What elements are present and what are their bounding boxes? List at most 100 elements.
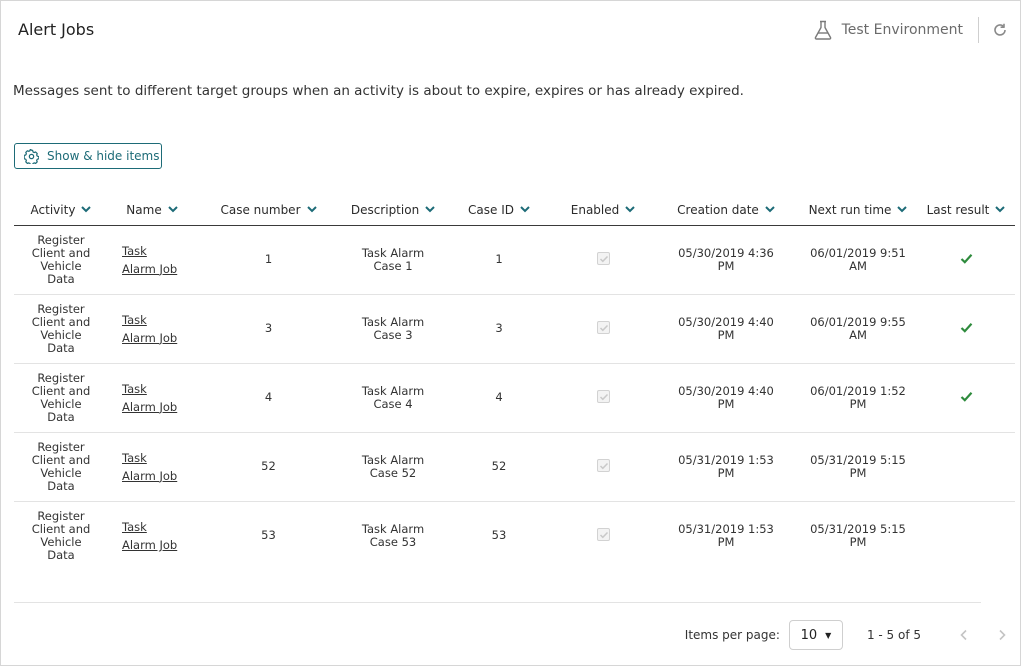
creation-date-cell: 05/30/2019 4:40 PM: [653, 363, 799, 433]
activity-text: Register Client and Vehicle Data: [31, 301, 91, 355]
case-number-text: 52: [261, 459, 276, 473]
job-name-link[interactable]: Task Alarm Job: [122, 380, 180, 416]
case-number-cell: 3: [196, 294, 341, 364]
checkmark-icon: [960, 253, 973, 267]
column-header[interactable]: Case ID: [445, 195, 553, 226]
next-run-time-text: 06/01/2019 9:55 AM: [810, 314, 906, 342]
enabled-checkbox[interactable]: [596, 251, 610, 265]
job-name-link[interactable]: Task Alarm Job: [122, 311, 180, 347]
enabled-checkbox[interactable]: [596, 320, 610, 334]
next-run-time-text: 06/01/2019 1:52 PM: [810, 383, 906, 411]
name-cell: Task Alarm Job: [108, 363, 196, 433]
column-header[interactable]: Creation date: [653, 195, 799, 226]
job-name-link[interactable]: Task Alarm Job: [122, 242, 180, 278]
case-id-text: 52: [491, 459, 507, 473]
pagination: Items per page: 10 ▼ 1 - 5 of 5: [685, 620, 1021, 650]
activity-cell: Register Client and Vehicle Data: [14, 432, 108, 502]
job-name-link[interactable]: Task Alarm Job: [122, 449, 180, 485]
column-header[interactable]: Case number: [196, 195, 341, 226]
case-number-cell: 4: [196, 363, 341, 433]
next-run-time-cell: 05/31/2019 5:15 PM: [799, 501, 917, 570]
description-text: Task Alarm Case 53: [361, 521, 425, 549]
creation-date-text: 05/30/2019 4:40 PM: [678, 383, 774, 411]
chevron-down-icon: [425, 206, 435, 213]
enabled-checkbox[interactable]: [596, 389, 610, 403]
activity-cell: Register Client and Vehicle Data: [14, 294, 108, 364]
creation-date-text: 05/31/2019 1:53 PM: [678, 521, 774, 549]
chevron-down-icon: [520, 206, 530, 213]
chevron-down-icon: [897, 206, 908, 213]
page-title: Alert Jobs: [18, 20, 95, 39]
case-number-text: 4: [264, 390, 273, 404]
column-header[interactable]: Name: [108, 195, 196, 226]
description-cell: Task Alarm Case 53: [341, 501, 445, 570]
last-result-cell: [917, 501, 1015, 570]
checkmark-icon: [960, 322, 973, 336]
creation-date-cell: 05/31/2019 1:53 PM: [653, 432, 799, 502]
chevron-down-icon: [81, 206, 92, 213]
chevron-down-icon: [765, 206, 775, 213]
case-number-text: 53: [261, 528, 276, 543]
column-header-label: Activity: [30, 202, 76, 217]
next-run-time-text: 05/31/2019 5:15 PM: [810, 521, 906, 549]
items-per-page-select[interactable]: 10 ▼: [788, 620, 843, 650]
column-header[interactable]: Enabled: [553, 195, 653, 226]
enabled-cell: [553, 363, 653, 433]
enabled-checkbox[interactable]: [596, 458, 610, 472]
case-number-cell: 53: [196, 501, 341, 570]
creation-date-cell: 05/30/2019 4:40 PM: [653, 294, 799, 364]
column-header-label: Case ID: [468, 202, 514, 217]
description-text: Task Alarm Case 4: [361, 383, 425, 411]
creation-date-text: 05/30/2019 4:40 PM: [678, 314, 774, 342]
next-run-time-cell: 06/01/2019 1:52 PM: [799, 363, 917, 433]
column-header[interactable]: Next run time: [799, 195, 917, 226]
chevron-down-icon: [167, 206, 178, 213]
enabled-checkbox[interactable]: [596, 527, 610, 541]
column-header[interactable]: Description: [341, 195, 445, 226]
column-header[interactable]: Last result: [917, 195, 1015, 226]
case-id-cell: 53: [445, 501, 553, 570]
activity-cell: Register Client and Vehicle Data: [14, 501, 108, 570]
next-page-button[interactable]: [983, 620, 1021, 650]
activity-cell: Register Client and Vehicle Data: [14, 363, 108, 433]
column-header-label: Description: [350, 202, 420, 217]
case-id-text: 1: [495, 252, 503, 266]
last-result-cell: [917, 363, 1015, 433]
column-header-inner: Name: [126, 203, 178, 217]
creation-date-text: 05/30/2019 4:36 PM: [678, 245, 774, 273]
items-per-page-label: Items per page:: [684, 628, 780, 642]
description-cell: Task Alarm Case 1: [341, 225, 445, 295]
column-header[interactable]: Activity: [14, 195, 108, 226]
column-header-inner: Next run time: [809, 203, 908, 217]
caret-down-icon: ▼: [825, 630, 832, 640]
job-name-link[interactable]: Task Alarm Job: [122, 518, 180, 554]
creation-date-text: 05/31/2019 1:53 PM: [678, 452, 774, 480]
activity-cell: Register Client and Vehicle Data: [14, 225, 108, 295]
enabled-cell: [553, 432, 653, 502]
case-number-cell: 1: [196, 225, 341, 295]
enabled-cell: [553, 294, 653, 364]
checkmark-icon: [960, 391, 973, 405]
case-id-text: 4: [495, 390, 503, 404]
case-id-cell: 4: [445, 363, 553, 433]
name-cell: Task Alarm Job: [108, 432, 196, 502]
chevron-left-icon: [960, 629, 967, 641]
description-cell: Task Alarm Case 52: [341, 432, 445, 502]
enabled-cell: [553, 501, 653, 570]
next-run-time-cell: 05/31/2019 5:15 PM: [799, 432, 917, 502]
column-header-label: Last result: [926, 202, 990, 217]
show-hide-items-button[interactable]: Show & hide items: [14, 143, 162, 169]
column-header-label: Next run time: [808, 202, 892, 217]
column-header-label: Enabled: [570, 202, 620, 217]
gear-icon: [24, 148, 39, 164]
previous-page-button[interactable]: [945, 620, 983, 650]
description-cell: Task Alarm Case 3: [341, 294, 445, 364]
case-id-cell: 3: [445, 294, 553, 364]
items-per-page-value: 10: [800, 627, 818, 643]
next-run-time-text: 05/31/2019 5:15 PM: [810, 452, 906, 480]
page-description: Messages sent to different target groups…: [13, 83, 744, 99]
refresh-button[interactable]: [979, 16, 1021, 44]
case-number-text: 1: [264, 252, 273, 266]
last-result-cell: [917, 432, 1015, 502]
environment-indicator: Test Environment: [812, 16, 1021, 44]
